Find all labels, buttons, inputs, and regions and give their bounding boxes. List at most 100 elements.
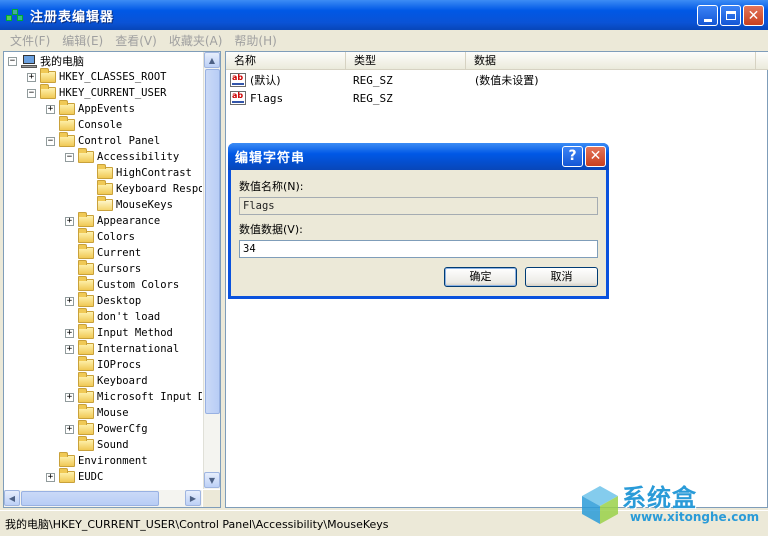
tree-item[interactable]: + Input Method (65, 324, 173, 341)
tree-item[interactable]: Cursors (65, 260, 142, 277)
value-type: REG_SZ (353, 73, 393, 87)
scroll-down-button[interactable]: ▼ (204, 472, 220, 488)
tree-item[interactable]: + Desktop (65, 292, 141, 309)
list-row[interactable]: ab (默认) REG_SZ (数值未设置) (230, 71, 539, 89)
expand-icon[interactable]: + (46, 472, 55, 482)
tree-item[interactable]: + HKEY_CLASSES_ROOT (27, 68, 166, 85)
tree-item[interactable]: don't load (65, 308, 161, 325)
expand-icon[interactable]: + (65, 392, 74, 402)
tree-horizontal-scrollbar[interactable]: ◀ ▶ (4, 490, 202, 507)
list-row[interactable]: ab Flags REG_SZ (230, 89, 393, 107)
cancel-button[interactable]: 取消 (525, 267, 598, 287)
tree-item[interactable]: Keyboard (65, 372, 148, 389)
tree-item[interactable]: Current (65, 244, 141, 261)
tree-item-label: Mouse (97, 407, 129, 419)
dialog-close-button[interactable]: ✕ (585, 146, 606, 167)
column-type-header[interactable]: 类型 (346, 52, 466, 70)
tree-item-label: IOProcs (97, 359, 142, 371)
scroll-right-button[interactable]: ▶ (185, 490, 201, 506)
scroll-up-button[interactable]: ▲ (204, 52, 220, 68)
tree-item-label: 我的电脑 (40, 55, 84, 68)
column-name-header[interactable]: 名称 (226, 52, 346, 70)
tree-item[interactable]: IOProcs (65, 356, 142, 373)
title-bar[interactable]: 注册表编辑器 ✕ (0, 0, 768, 30)
regedit-icon (6, 7, 24, 23)
column-data-header[interactable]: 数据 (466, 52, 756, 70)
menu-help[interactable]: 帮助(H) (228, 32, 282, 49)
scroll-thumb[interactable] (21, 491, 159, 506)
tree-item[interactable]: + International (65, 340, 180, 357)
tree-item-label: Cursors (97, 263, 142, 275)
tree-item-label: Sound (97, 439, 129, 451)
expand-icon[interactable]: + (27, 72, 36, 82)
folder-icon (78, 436, 94, 451)
tree-item[interactable]: + PowerCfg (65, 420, 148, 437)
tree-item[interactable]: + Microsoft Input D (65, 388, 202, 405)
menu-file[interactable]: 文件(F) (4, 32, 56, 49)
watermark-title: 系统盒 (622, 484, 697, 512)
tree-item[interactable]: + Appearance (65, 212, 160, 229)
expand-icon[interactable]: + (46, 104, 55, 114)
value-data-input[interactable]: 34 (239, 240, 598, 258)
menu-edit[interactable]: 编辑(E) (56, 32, 109, 49)
tree-item[interactable]: + AppEvents (46, 100, 135, 117)
value-data: (数值未设置) (475, 74, 539, 87)
tree-item[interactable]: − Control Panel (46, 132, 160, 149)
help-button[interactable]: ? (562, 146, 583, 167)
ok-button[interactable]: 确定 (444, 267, 517, 287)
scroll-thumb[interactable] (205, 69, 220, 414)
tree-item[interactable]: Environment (46, 452, 148, 469)
expand-icon[interactable]: + (65, 216, 74, 226)
dialog-title-bar[interactable]: 编辑字符串 (228, 143, 609, 170)
tree-vertical-scrollbar[interactable]: ▲ ▼ (203, 52, 220, 489)
close-button[interactable]: ✕ (743, 5, 764, 26)
watermark: 系统盒 www.xitonghe.com (578, 478, 768, 530)
tree-item[interactable]: + EUDC (46, 468, 104, 485)
tree-item[interactable]: Mouse (65, 404, 129, 421)
tree-item-label: Accessibility (97, 151, 180, 163)
collapse-icon[interactable]: − (46, 136, 55, 146)
tree-item[interactable]: Console (46, 116, 122, 133)
tree-item[interactable]: − 我的电脑 (8, 53, 84, 69)
maximize-button[interactable] (720, 5, 741, 26)
tree-item[interactable]: Keyboard Respo (84, 180, 202, 197)
tree-item-label: EUDC (78, 471, 104, 483)
tree-item-label: don't load (97, 311, 161, 323)
menu-favorites[interactable]: 收藏夹(A) (163, 32, 229, 49)
scroll-left-button[interactable]: ◀ (4, 490, 20, 506)
folder-icon (97, 164, 113, 179)
collapse-icon[interactable]: − (27, 88, 36, 98)
list-header: 名称 类型 数据 (226, 52, 768, 70)
expand-icon[interactable]: + (65, 328, 74, 338)
tree-item-label: Keyboard Respo (116, 183, 202, 195)
tree-item[interactable]: Custom Colors (65, 276, 179, 293)
expand-icon[interactable]: + (65, 344, 74, 354)
tree-item-label: Microsoft Input D (97, 391, 202, 403)
tree-item[interactable]: HighContrast (84, 164, 192, 181)
collapse-icon[interactable]: − (65, 152, 74, 162)
tree-item[interactable]: MouseKeys (84, 196, 173, 213)
expand-icon[interactable]: + (65, 296, 74, 306)
folder-icon (40, 84, 56, 99)
value-data-label: 数值数据(V): (239, 223, 303, 236)
status-path: 我的电脑\HKEY_CURRENT_USER\Control Panel\Acc… (5, 517, 389, 531)
dialog-title: 编辑字符串 (235, 151, 306, 166)
tree-item[interactable]: − HKEY_CURRENT_USER (27, 84, 166, 101)
expand-icon[interactable]: + (65, 424, 74, 434)
folder-open-icon (97, 196, 113, 211)
collapse-icon[interactable]: − (8, 56, 17, 66)
tree-item[interactable]: Colors (65, 228, 135, 245)
tree-item[interactable]: Sound (65, 436, 129, 453)
tree-item[interactable]: − Accessibility (65, 148, 180, 165)
folder-icon (78, 340, 94, 355)
tree-item-label: International (97, 343, 180, 355)
folder-icon (78, 388, 94, 403)
minimize-button[interactable] (697, 5, 718, 26)
menu-view[interactable]: 查看(V) (109, 32, 163, 49)
